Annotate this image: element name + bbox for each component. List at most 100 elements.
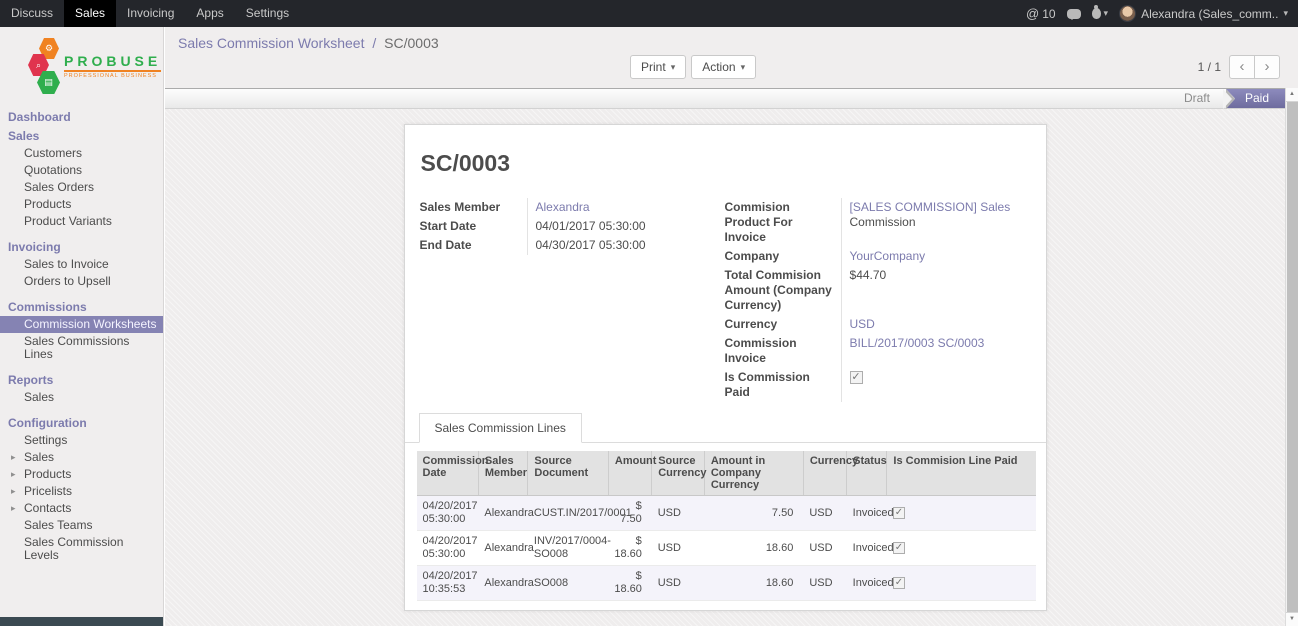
debug-menu[interactable]: ▾	[1092, 8, 1109, 19]
sidebar-section-reports[interactable]: Reports	[0, 370, 163, 389]
expand-arrow-icon: ▸	[11, 468, 16, 481]
sidebar-item-sales-to-invoice[interactable]: Sales to Invoice	[0, 256, 163, 273]
cell-date: 04/20/2017 10:35:53	[417, 566, 479, 601]
cell-member: Alexandra	[478, 531, 528, 566]
sidebar-item-config-pricelists[interactable]: ▸Pricelists	[0, 483, 163, 500]
logo-tagline: PROFESSIONAL BUSINESS	[64, 70, 161, 79]
commission-lines-table: Commission Date Sales Member Source Docu…	[417, 451, 1036, 601]
table-row[interactable]: 04/20/2017 05:30:00 Alexandra CUST.IN/20…	[417, 496, 1036, 531]
sidebar-section-configuration[interactable]: Configuration	[0, 413, 163, 432]
cell-status: Invoiced	[847, 531, 887, 566]
expand-arrow-icon: ▸	[11, 451, 16, 464]
breadcrumb-parent[interactable]: Sales Commission Worksheet	[178, 35, 364, 51]
col-amount[interactable]: Amount	[608, 451, 651, 496]
cell-currency: USD	[803, 531, 846, 566]
is-commission-paid-label: Is Commission Paid	[725, 368, 841, 402]
sidebar-item-settings[interactable]: Settings	[0, 432, 163, 449]
print-button[interactable]: Print▾	[630, 55, 686, 79]
vertical-scrollbar[interactable]: ▲ ▼	[1285, 88, 1298, 626]
sidebar-item-reports-sales[interactable]: Sales	[0, 389, 163, 406]
sidebar-item-sales-commissions-lines[interactable]: Sales Commissions Lines	[0, 333, 163, 363]
table-row[interactable]: 04/20/2017 05:30:00 Alexandra INV/2017/0…	[417, 531, 1036, 566]
commission-product-link[interactable]: [SALES COMMISSION] Sales	[850, 200, 1011, 214]
form-fields: Sales Member Alexandra Start Date 04/01/…	[420, 198, 1031, 402]
commission-invoice-value[interactable]: BILL/2017/0003 SC/0003	[850, 336, 985, 350]
sidebar-item-sales-orders[interactable]: Sales Orders	[0, 179, 163, 196]
menu-apps[interactable]: Apps	[185, 0, 234, 27]
col-is-commission-line-paid[interactable]: Is Commision Line Paid	[887, 451, 1036, 496]
sidebar-item-product-variants[interactable]: Product Variants	[0, 213, 163, 230]
is-commission-paid-checkbox[interactable]: ✓	[850, 371, 863, 384]
form-sheet: SC/0003 Sales Member Alexandra Start Dat…	[404, 124, 1047, 611]
sidebar-item-quotations[interactable]: Quotations	[0, 162, 163, 179]
action-button[interactable]: Action▾	[691, 55, 756, 79]
toolbar: Print▾ Action▾	[630, 55, 756, 79]
sidebar-item-orders-to-upsell[interactable]: Orders to Upsell	[0, 273, 163, 290]
line-paid-checkbox[interactable]: ✓	[893, 542, 905, 554]
sidebar-item-config-products[interactable]: ▸Products	[0, 466, 163, 483]
sidebar-item-config-sales[interactable]: ▸Sales	[0, 449, 163, 466]
cell-doc: CUST.IN/2017/0001	[528, 496, 608, 531]
cell-amount: $ 18.60	[608, 531, 651, 566]
sidebar-item-commission-worksheets[interactable]: Commission Worksheets	[0, 316, 163, 333]
menu-discuss[interactable]: Discuss	[0, 0, 64, 27]
col-status[interactable]: Status	[847, 451, 887, 496]
sidebar-section-dashboard[interactable]: Dashboard	[0, 107, 163, 126]
sidebar-item-sales-teams[interactable]: Sales Teams	[0, 517, 163, 534]
status-step-draft[interactable]: Draft	[1168, 89, 1226, 108]
mention-count: 10	[1042, 7, 1055, 21]
cell-status: Invoiced	[847, 566, 887, 601]
expand-arrow-icon: ▸	[11, 485, 16, 498]
sidebar-section-sales[interactable]: Sales	[0, 126, 163, 145]
currency-value[interactable]: USD	[850, 317, 875, 331]
col-sales-member[interactable]: Sales Member	[478, 451, 528, 496]
end-date-value: 04/30/2017 05:30:00	[527, 236, 719, 255]
sidebar-bottom-bar	[0, 617, 164, 626]
col-amount-company-currency[interactable]: Amount in Company Currency	[704, 451, 803, 496]
sidebar-item-sales-commission-levels[interactable]: Sales Commission Levels	[0, 534, 163, 564]
mentions-counter[interactable]: @ 10	[1026, 6, 1056, 21]
menu-settings[interactable]: Settings	[235, 0, 300, 27]
sales-member-value[interactable]: Alexandra	[536, 200, 590, 214]
cell-date: 04/20/2017 05:30:00	[417, 531, 479, 566]
commission-product-value: [SALES COMMISSION] Sales Commission	[841, 198, 1031, 247]
pager-previous-button[interactable]: ‹	[1229, 55, 1255, 79]
scrollbar-thumb[interactable]	[1287, 102, 1298, 612]
sidebar-item-config-contacts[interactable]: ▸Contacts	[0, 500, 163, 517]
cell-doc: SO008	[528, 566, 608, 601]
probuse-logo: ⚙ ⌕ ▤ PROBUSE PROFESSIONAL BUSINESS	[28, 35, 163, 97]
col-currency[interactable]: Currency	[803, 451, 846, 496]
cell-currency: USD	[803, 496, 846, 531]
tab-sales-commission-lines[interactable]: Sales Commission Lines	[419, 413, 582, 443]
line-paid-checkbox[interactable]: ✓	[893, 507, 905, 519]
menu-sales[interactable]: Sales	[64, 0, 116, 27]
breadcrumb: Sales Commission Worksheet / SC/0003	[178, 35, 439, 51]
menu-invoicing[interactable]: Invoicing	[116, 0, 185, 27]
user-name: Alexandra (Sales_comm..	[1141, 7, 1278, 21]
scroll-down-button[interactable]: ▼	[1286, 612, 1298, 626]
record-title: SC/0003	[421, 150, 1030, 177]
col-source-currency[interactable]: Source Currency	[652, 451, 705, 496]
sidebar-section-invoicing[interactable]: Invoicing	[0, 237, 163, 256]
sidebar-section-commissions[interactable]: Commissions	[0, 297, 163, 316]
cell-member: Alexandra	[478, 566, 528, 601]
col-commission-date[interactable]: Commission Date	[417, 451, 479, 496]
caret-down-icon: ▾	[1104, 8, 1109, 19]
line-paid-checkbox[interactable]: ✓	[893, 577, 905, 589]
avatar	[1119, 5, 1136, 22]
sidebar-item-products[interactable]: Products	[0, 196, 163, 213]
scroll-up-button[interactable]: ▲	[1286, 88, 1298, 102]
pager-next-button[interactable]: ›	[1254, 55, 1280, 79]
caret-down-icon: ▾	[741, 62, 746, 73]
sidebar: ⚙ ⌕ ▤ PROBUSE PROFESSIONAL BUSINESS Dash…	[0, 27, 164, 626]
sidebar-item-customers[interactable]: Customers	[0, 145, 163, 162]
table-row[interactable]: 04/20/2017 10:35:53 Alexandra SO008 $ 18…	[417, 566, 1036, 601]
cell-source-currency: USD	[652, 566, 705, 601]
company-value[interactable]: YourCompany	[850, 249, 926, 263]
messages-icon[interactable]	[1067, 9, 1081, 19]
cell-date: 04/20/2017 05:30:00	[417, 496, 479, 531]
form-view-scroll-area: SC/0003 Sales Member Alexandra Start Dat…	[165, 109, 1285, 626]
user-menu[interactable]: Alexandra (Sales_comm.. ▾	[1119, 5, 1288, 22]
company-label: Company	[725, 247, 841, 266]
col-source-document[interactable]: Source Document	[528, 451, 608, 496]
